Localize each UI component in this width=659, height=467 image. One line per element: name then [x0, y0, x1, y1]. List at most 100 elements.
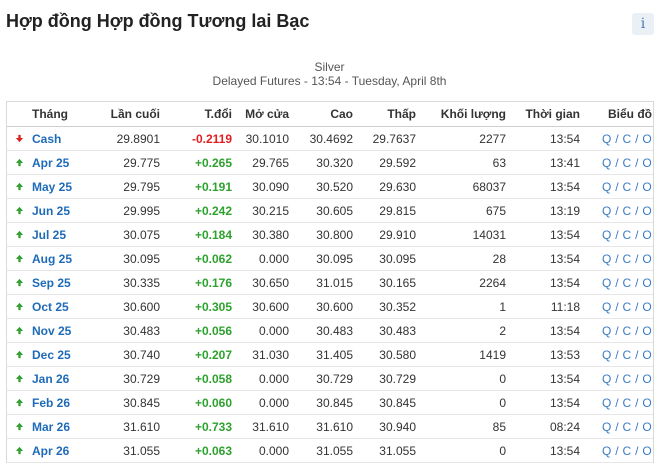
high-price: 30.520 [316, 179, 353, 194]
volume: 28 [492, 251, 506, 266]
chart-links[interactable]: Q / C / O [580, 396, 652, 410]
contract-month-link[interactable]: Jun 25 [32, 204, 70, 218]
chart-links[interactable]: Q / C / O [580, 276, 652, 290]
header-open[interactable]: Mở cửa [232, 107, 289, 121]
arrow-up-icon [15, 230, 24, 239]
price-change: +0.191 [194, 179, 232, 194]
open-price: 31.030 [252, 347, 289, 362]
contract-month-cell: Nov 25 [7, 324, 87, 338]
low-price: 31.055 [379, 443, 416, 458]
volume: 63 [492, 155, 506, 170]
low-price: 30.729 [379, 371, 416, 386]
trade-time: 08:24 [549, 419, 580, 434]
low-price: 30.940 [379, 419, 416, 434]
contract-month-link[interactable]: May 25 [32, 180, 72, 194]
high-price: 30.095 [316, 251, 353, 266]
arrow-up-icon [15, 398, 24, 407]
contract-month-link[interactable]: Feb 26 [32, 396, 70, 410]
header-last[interactable]: Lần cuối [87, 107, 160, 121]
volume: 2264 [479, 275, 506, 290]
contract-month-link[interactable]: Aug 25 [32, 252, 72, 266]
table-row: Apr 26 31.055 +0.063 0.000 31.055 31.055 0 13:5… [7, 439, 653, 463]
last-price: 31.610 [123, 419, 160, 434]
arrow-up-icon [15, 254, 24, 263]
arrow-down-icon [15, 134, 24, 143]
arrow-up-icon [15, 350, 24, 359]
open-price: 0.000 [258, 323, 289, 338]
contract-month-link[interactable]: Oct 25 [32, 300, 69, 314]
trade-time: 13:54 [549, 443, 580, 458]
last-price: 30.075 [123, 227, 160, 242]
contract-month-cell: Aug 25 [7, 252, 87, 266]
header-low[interactable]: Thấp [353, 107, 416, 121]
arrow-up-icon [15, 446, 24, 455]
chart-links[interactable]: Q / C / O [580, 300, 652, 314]
low-price: 29.630 [379, 179, 416, 194]
volume: 0 [499, 443, 506, 458]
trade-time: 13:41 [549, 155, 580, 170]
price-change: +0.305 [194, 299, 232, 314]
price-change: +0.184 [194, 227, 232, 242]
header-change[interactable]: T.đổi [160, 107, 232, 121]
chart-links[interactable]: Q / C / O [580, 252, 652, 266]
header-time[interactable]: Thời gian [506, 107, 580, 121]
open-price: 30.650 [252, 275, 289, 290]
contract-month-link[interactable]: Jan 26 [32, 372, 69, 386]
trade-time: 13:54 [549, 179, 580, 194]
chart-links[interactable]: Q / C / O [580, 156, 652, 170]
high-price: 30.800 [316, 227, 353, 242]
quote-status: Delayed Futures - 13:54 - Tuesday, April… [212, 74, 447, 88]
last-price: 29.8901 [116, 131, 160, 146]
chart-links[interactable]: Q / C / O [580, 324, 652, 338]
high-price: 30.845 [316, 395, 353, 410]
contract-month-cell: Jul 25 [7, 228, 87, 242]
trade-time: 13:53 [549, 347, 580, 362]
chart-links[interactable]: Q / C / O [580, 228, 652, 242]
chart-links[interactable]: Q / C / O [580, 348, 652, 362]
high-price: 30.320 [316, 155, 353, 170]
info-icon[interactable]: i [632, 13, 654, 35]
trade-time: 13:54 [549, 275, 580, 290]
price-change: +0.060 [194, 395, 232, 410]
chart-links[interactable]: Q / C / O [580, 444, 652, 458]
open-price: 30.1010 [245, 131, 289, 146]
contract-month-link[interactable]: Nov 25 [32, 324, 71, 338]
low-price: 29.7637 [372, 131, 416, 146]
contract-month-cell: Dec 25 [7, 348, 87, 362]
header-volume[interactable]: Khối lượng [416, 107, 506, 121]
chart-links[interactable]: Q / C / O [580, 372, 652, 386]
low-price: 30.095 [379, 251, 416, 266]
chart-links[interactable]: Q / C / O [580, 132, 652, 146]
header-high[interactable]: Cao [289, 107, 353, 121]
contract-month-cell: Jun 25 [7, 204, 87, 218]
contract-month-cell: Sep 25 [7, 276, 87, 290]
volume: 85 [492, 419, 506, 434]
volume: 2 [499, 323, 506, 338]
open-price: 30.215 [252, 203, 289, 218]
contract-month-link[interactable]: Sep 25 [32, 276, 71, 290]
price-change: +0.733 [194, 419, 232, 434]
low-price: 30.580 [379, 347, 416, 362]
contract-month-link[interactable]: Apr 26 [32, 444, 69, 458]
contract-month-link[interactable]: Cash [32, 132, 61, 146]
header-month[interactable]: Tháng [7, 107, 87, 121]
contract-month-link[interactable]: Mar 26 [32, 420, 70, 434]
low-price: 30.352 [379, 299, 416, 314]
volume: 1419 [479, 347, 506, 362]
contract-month-link[interactable]: Apr 25 [32, 156, 69, 170]
trade-time: 13:54 [549, 227, 580, 242]
price-change: +0.176 [194, 275, 232, 290]
chart-links[interactable]: Q / C / O [580, 204, 652, 218]
price-change: +0.062 [194, 251, 232, 266]
arrow-up-icon [15, 206, 24, 215]
open-price: 30.090 [252, 179, 289, 194]
chart-links[interactable]: Q / C / O [580, 420, 652, 434]
open-price: 0.000 [258, 251, 289, 266]
low-price: 29.592 [379, 155, 416, 170]
contract-month-link[interactable]: Dec 25 [32, 348, 71, 362]
high-price: 30.4692 [309, 131, 353, 146]
price-change: +0.063 [194, 443, 232, 458]
price-change: +0.207 [194, 347, 232, 362]
chart-links[interactable]: Q / C / O [580, 180, 652, 194]
contract-month-link[interactable]: Jul 25 [32, 228, 66, 242]
